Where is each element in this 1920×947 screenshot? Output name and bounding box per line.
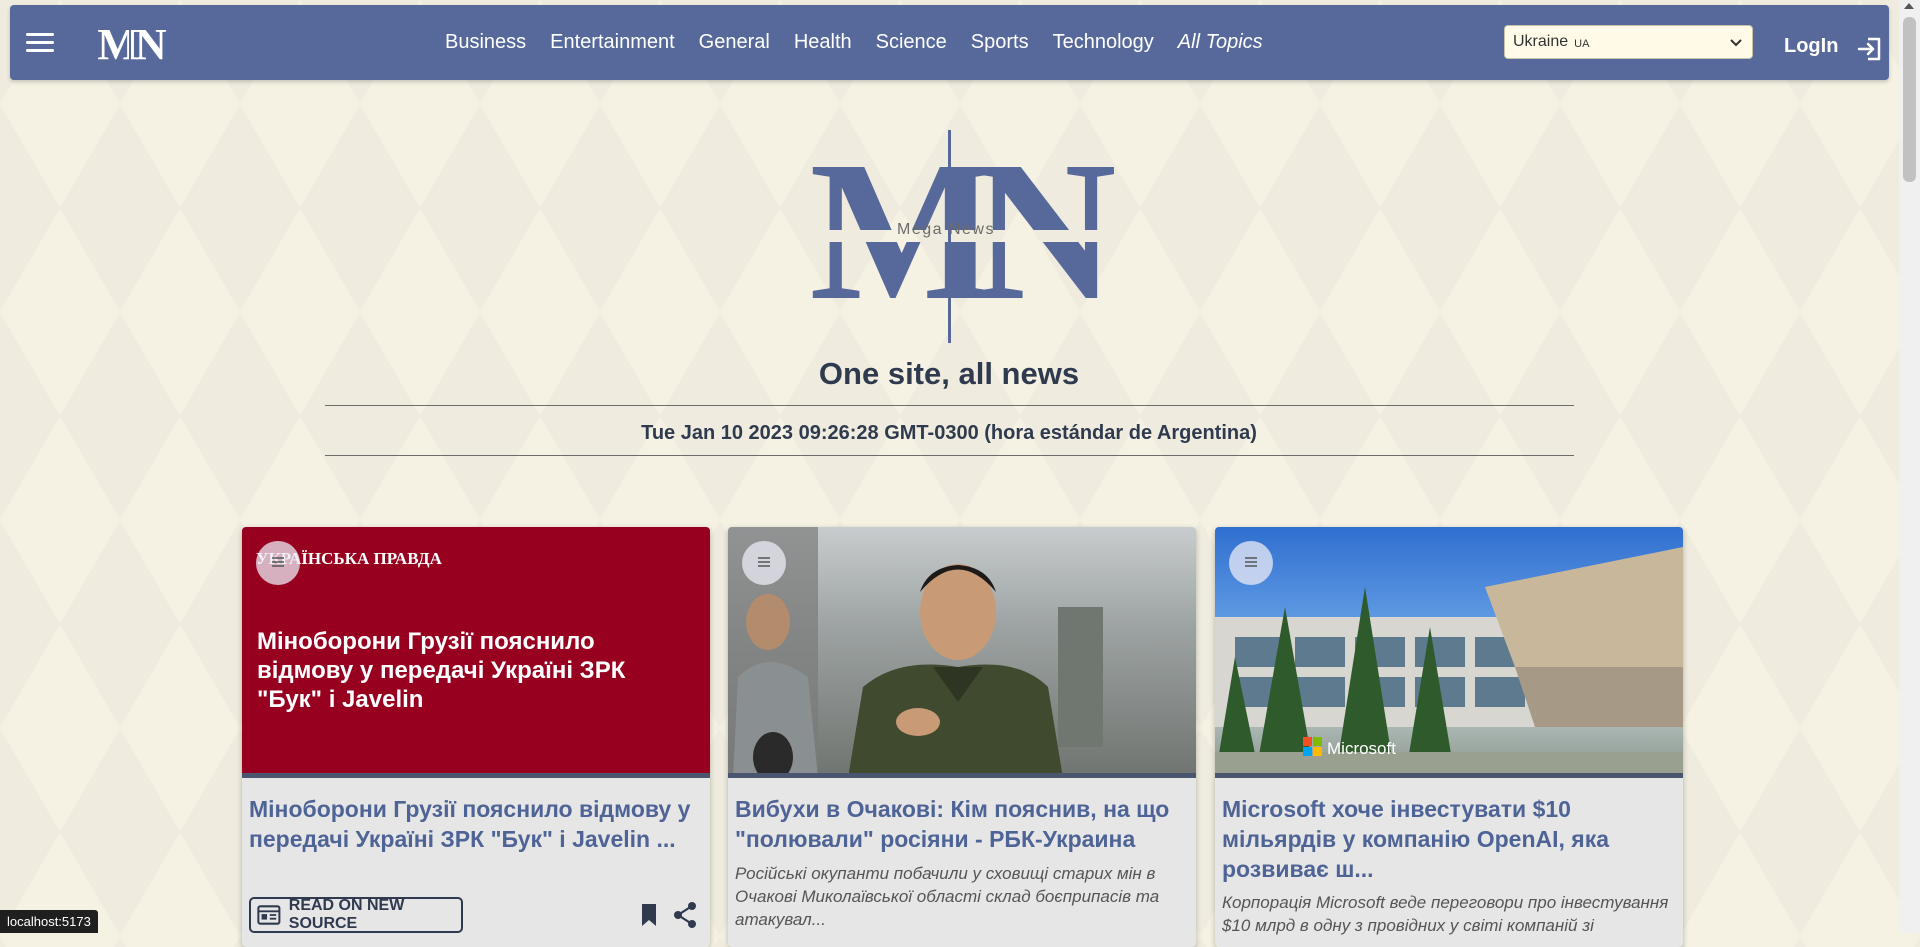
news-card-description: Корпорація Microsoft веде переговори про… [1222,893,1669,935]
nav-link-entertainment[interactable]: Entertainment [550,31,675,54]
news-card-title[interactable]: Microsoft хоче інвестувати $10 мільярдів… [1222,794,1672,884]
news-card-image[interactable] [728,527,1196,778]
login-button[interactable]: LogIn [1784,35,1838,58]
hero-logo: MN MN Mega News [809,130,1140,343]
news-card-image[interactable]: Microsoft [1215,527,1683,778]
share-icon[interactable] [672,901,698,929]
bookmark-icon[interactable] [640,903,658,927]
news-card: Вибухи в Очакові: Кім пояснив, на що "по… [728,527,1196,947]
country-select[interactable]: Ukraine UA [1504,25,1753,59]
person-photo [728,527,1103,778]
logo-subtitle: Mega News [897,221,995,238]
svg-text:Microsoft: Microsoft [1327,739,1396,758]
top-navbar: MN Business Entertainment General Health… [10,5,1889,80]
divider [325,455,1574,456]
building-photo: Microsoft [1215,547,1683,778]
current-datetime: Tue Jan 10 2023 09:26:28 GMT-0300 (hora … [641,422,1257,444]
card-menu-icon[interactable] [742,541,786,585]
topic-nav: Business Entertainment General Health Sc… [445,5,1263,80]
nav-link-business[interactable]: Business [445,31,526,54]
news-card-title[interactable]: Вибухи в Очакові: Кім пояснив, на що "по… [735,794,1185,854]
chevron-down-icon [1730,39,1742,47]
news-card-description: Російські окупанти побачили у сховищі ст… [735,864,1160,929]
nav-link-technology[interactable]: Technology [1053,31,1154,54]
page-tagline: One site, all news [818,356,1080,391]
nav-link-science[interactable]: Science [876,31,947,54]
card-menu-icon[interactable] [256,541,300,585]
nav-link-general[interactable]: General [699,31,770,54]
country-select-value: Ukraine [1513,33,1569,50]
newspaper-icon [257,905,281,925]
login-icon[interactable] [1856,35,1884,63]
nav-link-health[interactable]: Health [794,31,852,54]
page-scrollbar[interactable] [1899,0,1920,933]
nav-link-all-topics[interactable]: All Topics [1178,31,1263,54]
browser-status-url: localhost:5173 [0,910,98,933]
svg-text:MN: MN [97,20,167,69]
news-card: Microsoft Microsoft хоче інвестувати $10… [1215,527,1683,947]
scroll-up-arrow-icon[interactable] [1904,3,1914,9]
nav-link-sports[interactable]: Sports [971,31,1029,54]
hamburger-menu-icon[interactable] [26,28,54,56]
card-menu-icon[interactable] [1229,541,1273,585]
news-card: УКРАЇНСЬКА ПРАВДА Міноборони Грузії пояс… [242,527,710,947]
image-headline: Міноборони Грузії пояснило відмову у пер… [257,628,626,713]
country-code: UA [1574,37,1590,50]
scrollbar-thumb[interactable] [1903,17,1916,182]
divider [325,405,1574,406]
read-on-source-label: READ ON NEW SOURCE [288,897,405,932]
news-card-image[interactable]: УКРАЇНСЬКА ПРАВДА Міноборони Грузії пояс… [242,527,710,778]
read-on-source-button[interactable]: READ ON NEW SOURCE [249,897,463,933]
site-logo[interactable]: MN [80,19,180,69]
microsoft-logo: Microsoft [1303,737,1396,758]
news-card-title[interactable]: Міноборони Грузії пояснило відмову у пер… [249,794,699,854]
